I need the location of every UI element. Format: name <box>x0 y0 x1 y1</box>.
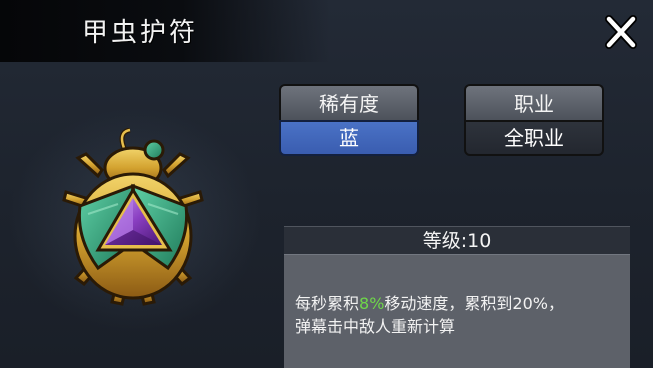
close-icon <box>605 15 637 49</box>
item-description-box: 等级:10 每秒累积8%移动速度，累积到20%， 弹幕击中敌人重新计算 <box>284 226 630 368</box>
class-label: 职业 <box>464 84 604 120</box>
class-badge: 职业 全职业 <box>464 84 604 156</box>
description-line2: 弹幕击中敌人重新计算 <box>295 317 456 336</box>
rarity-badge: 稀有度 蓝 <box>279 84 419 156</box>
description-body: 每秒累积8%移动速度，累积到20%， 弹幕击中敌人重新计算 <box>284 254 630 368</box>
rarity-value: 蓝 <box>279 120 419 156</box>
item-detail-panel: 甲虫护符 稀有度 蓝 职业 全职业 等级:10 每秒累积8%移动速度，累积到20… <box>0 0 653 368</box>
close-button[interactable] <box>600 12 642 52</box>
class-value: 全职业 <box>464 120 604 156</box>
description-suffix: 移动速度，累积到20%， <box>384 294 564 313</box>
item-level: 等级:10 <box>284 226 630 255</box>
description-highlight: 8% <box>359 294 385 313</box>
scarab-amulet-icon <box>62 128 204 306</box>
rarity-label: 稀有度 <box>279 84 419 120</box>
item-title: 甲虫护符 <box>82 18 199 48</box>
description-prefix: 每秒累积 <box>295 294 360 313</box>
item-description: 每秒累积8%移动速度，累积到20%， 弹幕击中敌人重新计算 <box>295 292 625 338</box>
